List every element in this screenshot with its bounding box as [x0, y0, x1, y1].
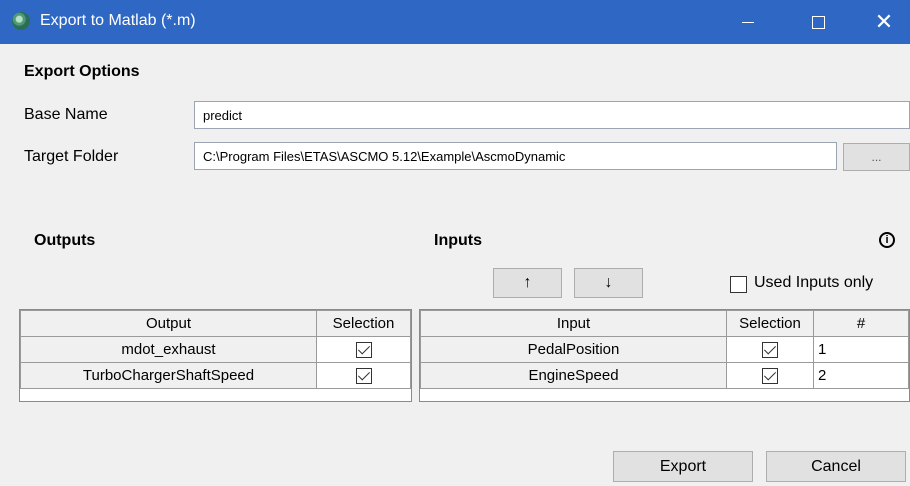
checkbox-checked-icon[interactable]	[762, 368, 778, 385]
checkbox-checked-icon[interactable]	[355, 368, 372, 385]
used-inputs-only-checkbox[interactable]	[730, 276, 747, 293]
maximize-icon	[811, 15, 825, 29]
output-name[interactable]: mdot_exhaust	[20, 336, 317, 363]
outputs-column-output[interactable]: Output	[20, 310, 317, 337]
checkbox-checked-icon[interactable]	[762, 342, 778, 359]
base-name-label: Base Name	[24, 106, 108, 123]
move-up-button[interactable]: ↑	[493, 268, 562, 298]
close-icon: ✕	[874, 9, 894, 34]
inputs-column-input[interactable]: Input	[420, 310, 727, 337]
outputs-title: Outputs	[34, 232, 96, 249]
app-icon	[12, 12, 30, 30]
info-icon[interactable]: i	[879, 232, 895, 248]
minimize-icon	[742, 21, 754, 23]
output-name[interactable]: TurboChargerShaftSpeed	[20, 362, 317, 389]
target-folder-input[interactable]: C:\Program Files\ETAS\ASCMO 5.12\Example…	[194, 142, 837, 170]
close-button[interactable]: ✕	[860, 0, 908, 44]
outputs-table: Output Selection mdot_exhaust TurboCharg…	[19, 309, 412, 402]
inputs-column-index[interactable]: #	[813, 310, 909, 337]
input-index[interactable]: 1	[813, 336, 909, 363]
outputs-column-selection[interactable]: Selection	[316, 310, 411, 337]
title-bar: Export to Matlab (*.m) ✕	[0, 0, 910, 44]
input-index[interactable]: 2	[813, 362, 909, 389]
maximize-button[interactable]	[794, 0, 842, 44]
table-row: EngineSpeed 2	[420, 362, 909, 389]
export-button[interactable]: Export	[613, 451, 753, 482]
table-row: TurboChargerShaftSpeed	[20, 362, 411, 389]
checkbox-checked-icon[interactable]	[355, 342, 372, 359]
target-folder-label: Target Folder	[24, 148, 119, 165]
table-row: mdot_exhaust	[20, 336, 411, 363]
browse-button[interactable]: ...	[843, 143, 910, 171]
minimize-button[interactable]	[724, 0, 772, 44]
section-title: Export Options	[24, 63, 140, 80]
inputs-table: Input Selection # PedalPosition 1 Engine…	[419, 309, 910, 402]
table-row: PedalPosition 1	[420, 336, 909, 363]
inputs-title: Inputs	[434, 232, 482, 249]
input-name[interactable]: EngineSpeed	[420, 362, 727, 389]
move-down-button[interactable]: ↓	[574, 268, 643, 298]
input-selection-cell[interactable]	[726, 362, 814, 389]
output-selection-cell[interactable]	[316, 336, 411, 363]
base-name-input[interactable]: predict	[194, 101, 910, 129]
input-selection-cell[interactable]	[726, 336, 814, 363]
used-inputs-only-label: Used Inputs only	[754, 274, 874, 291]
input-name[interactable]: PedalPosition	[420, 336, 727, 363]
window-title: Export to Matlab (*.m)	[40, 12, 196, 29]
inputs-column-selection[interactable]: Selection	[726, 310, 814, 337]
cancel-button[interactable]: Cancel	[766, 451, 906, 482]
output-selection-cell[interactable]	[316, 362, 411, 389]
